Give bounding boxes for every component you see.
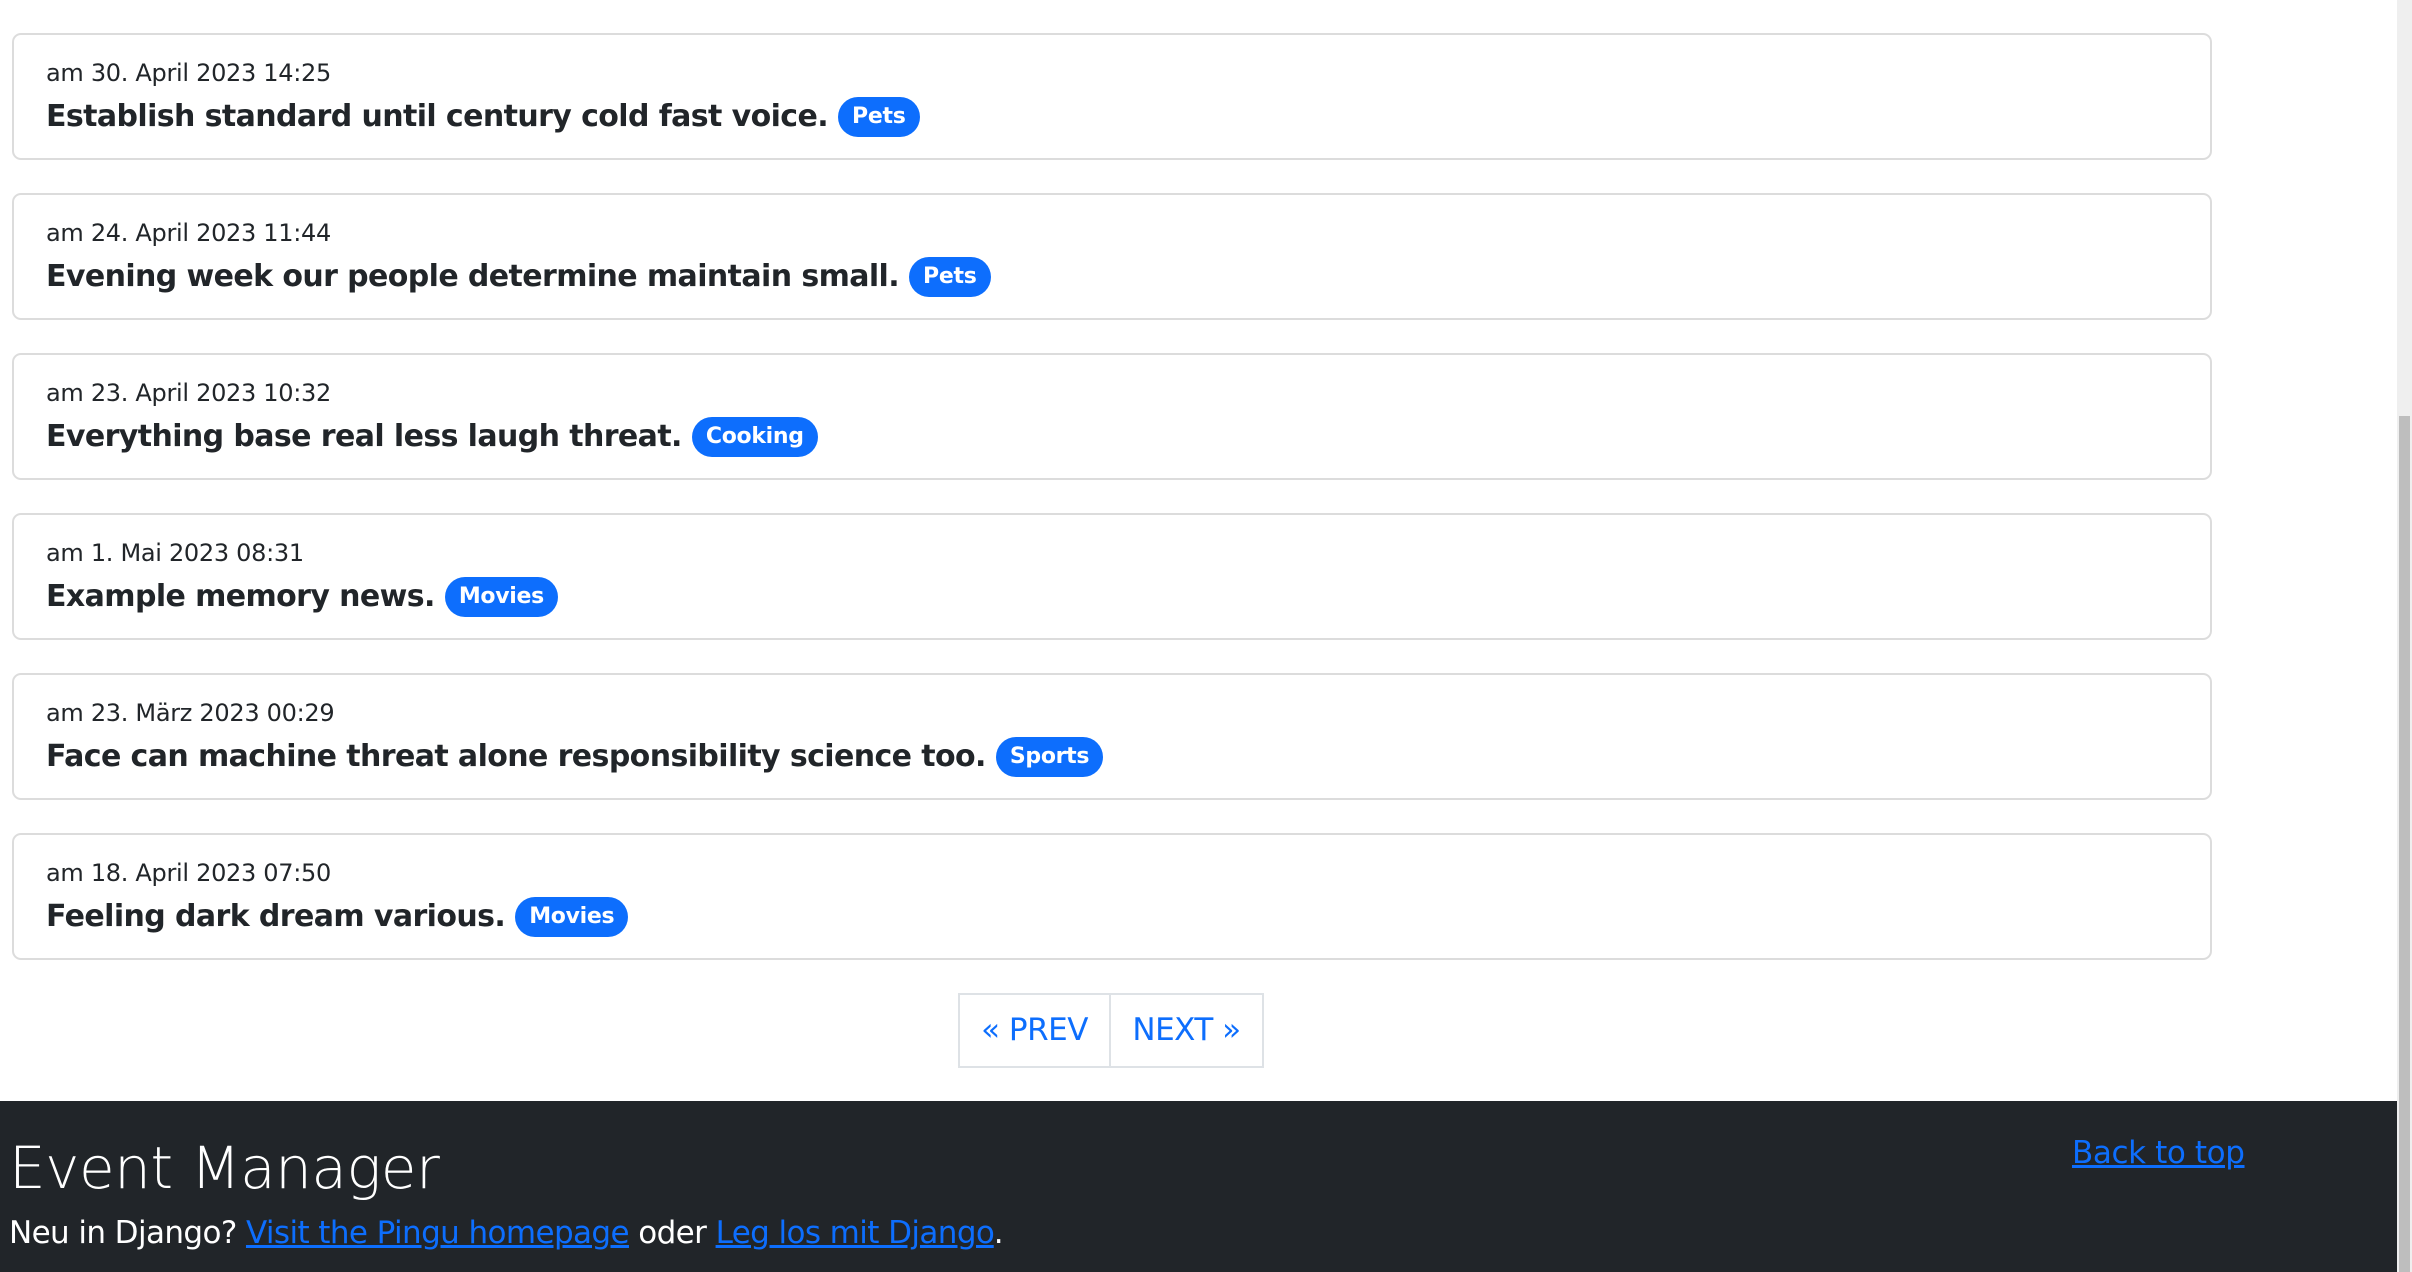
category-badge: Pets [838,97,920,137]
event-date: am 23. März 2023 00:29 [46,699,335,727]
event-title-link[interactable]: Establish standard until century cold fa… [46,97,829,137]
event-card: am 1. Mai 2023 08:31 Example memory news… [12,513,2212,640]
event-card: am 24. April 2023 11:44 Evening week our… [12,193,2212,320]
django-start-link[interactable]: Leg los mit Django [716,1215,995,1251]
category-badge: Movies [444,577,558,617]
footer: Event Manager Neu in Django? Visit the P… [0,1101,2397,1272]
scrollbar-thumb[interactable] [2399,416,2410,1272]
footer-end-punct: . [993,1215,1004,1251]
next-page-button[interactable]: NEXT » [1109,993,1264,1068]
event-card: am 18. April 2023 07:50 Feeling dark dre… [12,833,2212,960]
event-date: am 1. Mai 2023 08:31 [46,539,304,567]
footer-connector: oder [638,1215,707,1251]
event-date: am 18. April 2023 07:50 [46,859,331,887]
event-date: am 23. April 2023 10:32 [46,379,331,407]
event-title-link[interactable]: Everything base real less laugh threat. [46,417,682,457]
category-badge: Pets [909,257,991,297]
footer-title: Event Manager [9,1134,440,1202]
event-card: am 23. März 2023 00:29 Face can machine … [12,673,2212,800]
event-title-link[interactable]: Evening week our people determine mainta… [46,257,900,297]
back-to-top-link[interactable]: Back to top [2072,1131,2245,1175]
event-title-link[interactable]: Example memory news. [46,577,435,617]
event-title-link[interactable]: Feeling dark dream various. [46,897,506,937]
category-badge: Cooking [691,417,818,457]
pagination: « PREV NEXT » [958,993,1264,1068]
category-badge: Sports [995,737,1104,777]
pingu-homepage-link[interactable]: Visit the Pingu homepage [246,1215,630,1251]
footer-text: Neu in Django? Visit the Pingu homepage … [9,1211,1004,1255]
event-card: am 23. April 2023 10:32 Everything base … [12,353,2212,480]
page: am 30. April 2023 14:25 Establish standa… [0,0,2397,1272]
event-title-link[interactable]: Face can machine threat alone responsibi… [46,737,986,777]
vertical-scrollbar[interactable] [2397,0,2412,1272]
category-badge: Movies [515,897,629,937]
event-card: am 30. April 2023 14:25 Establish standa… [12,33,2212,160]
footer-intro: Neu in Django? [9,1215,237,1251]
prev-page-button[interactable]: « PREV [958,993,1111,1068]
event-date: am 30. April 2023 14:25 [46,59,331,87]
event-date: am 24. April 2023 11:44 [46,219,331,247]
